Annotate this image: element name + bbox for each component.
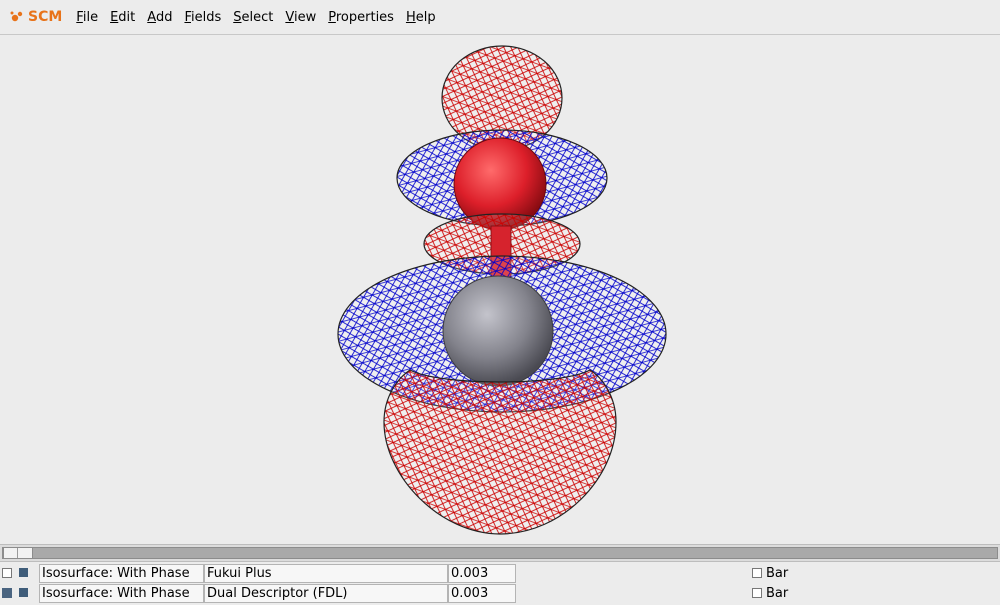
app-logo: SCM bbox=[10, 9, 62, 25]
field-visibility-checkbox[interactable] bbox=[2, 588, 12, 598]
bar-checkbox[interactable] bbox=[752, 588, 762, 598]
lobe-bottom-positive bbox=[383, 369, 617, 535]
menu-edit[interactable]: Edit bbox=[104, 10, 141, 25]
menu-fields[interactable]: Fields bbox=[178, 10, 227, 25]
menu-bar: SCM File Edit Add Fields Select View Pro… bbox=[0, 0, 1000, 35]
horizontal-scrollbar[interactable] bbox=[0, 544, 1000, 562]
atom-carbon bbox=[442, 275, 554, 387]
menu-properties[interactable]: Properties bbox=[322, 10, 400, 25]
field-row: Isosurface: With Phase Fukui Plus 0.003 … bbox=[0, 563, 1000, 583]
menu-add[interactable]: Add bbox=[141, 10, 178, 25]
molecule-viewport[interactable] bbox=[0, 36, 1000, 544]
field-isovalue[interactable]: 0.003 bbox=[448, 564, 516, 583]
bar-checkbox[interactable] bbox=[752, 568, 762, 578]
field-type[interactable]: Isosurface: With Phase bbox=[39, 584, 204, 603]
logo-text: SCM bbox=[28, 9, 63, 25]
menu-help[interactable]: Help bbox=[400, 10, 442, 25]
field-isovalue[interactable]: 0.003 bbox=[448, 584, 516, 603]
field-visibility-checkbox[interactable] bbox=[2, 568, 12, 578]
field-type[interactable]: Isosurface: With Phase bbox=[39, 564, 204, 583]
field-name[interactable]: Fukui Plus bbox=[204, 564, 448, 583]
field-row: Isosurface: With Phase Dual Descriptor (… bbox=[0, 583, 1000, 603]
bar-label: Bar bbox=[766, 566, 789, 581]
scrollbar-thumb[interactable] bbox=[3, 547, 33, 559]
field-color-swatch[interactable] bbox=[19, 568, 28, 577]
menu-select[interactable]: Select bbox=[227, 10, 279, 25]
scm-logo-icon bbox=[10, 11, 23, 22]
fields-panel: Isosurface: With Phase Fukui Plus 0.003 … bbox=[0, 563, 1000, 605]
menu-view[interactable]: View bbox=[279, 10, 322, 25]
molecule-render bbox=[337, 45, 667, 535]
bar-label: Bar bbox=[766, 586, 789, 601]
field-color-swatch[interactable] bbox=[19, 588, 28, 597]
scrollbar-track[interactable] bbox=[2, 547, 998, 559]
field-name[interactable]: Dual Descriptor (FDL) bbox=[204, 584, 448, 603]
menu-file[interactable]: File bbox=[70, 10, 104, 25]
